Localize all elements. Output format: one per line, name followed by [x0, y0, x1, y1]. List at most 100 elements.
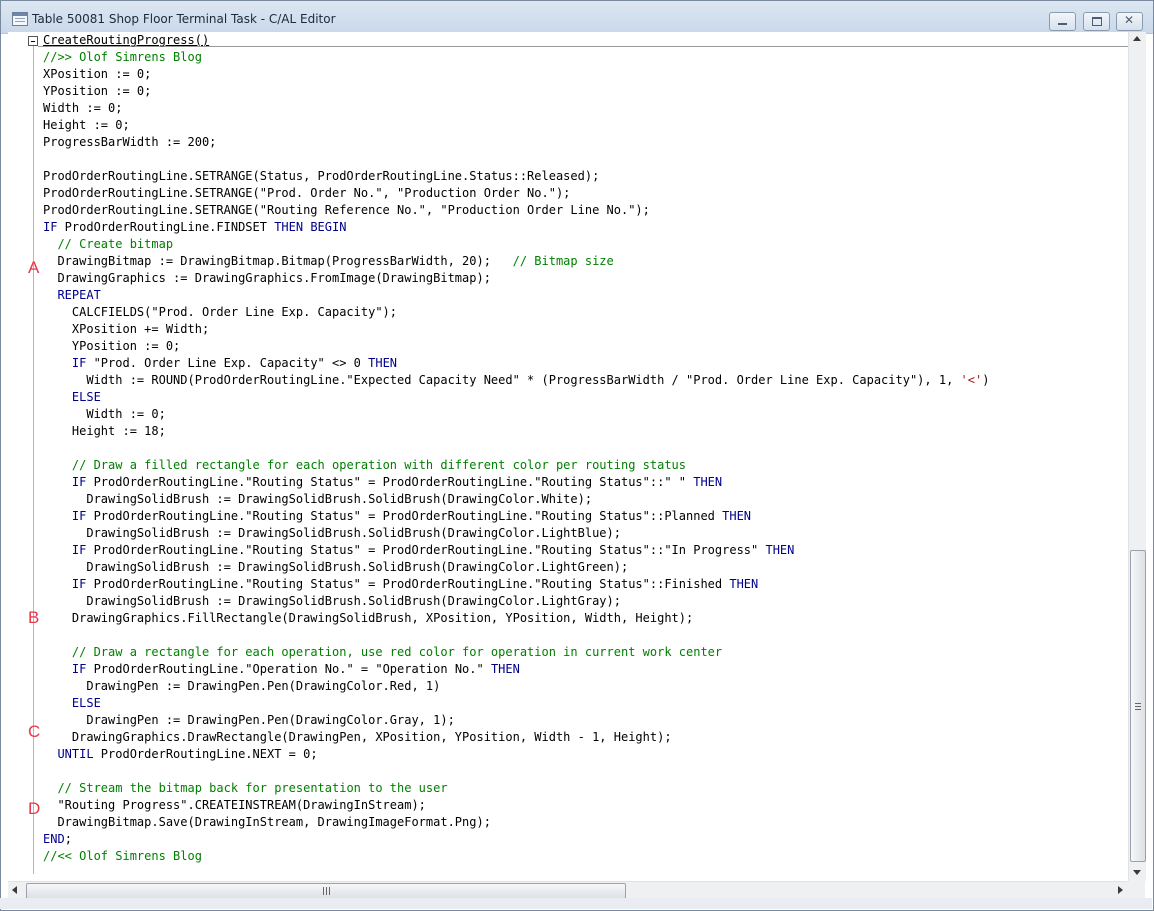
code-line[interactable]: YPosition := 0;: [43, 83, 989, 100]
scroll-right-icon[interactable]: [1118, 886, 1123, 894]
code-line[interactable]: CreateRoutingProgress(): [43, 32, 989, 49]
horizontal-scrollbar[interactable]: [8, 881, 1128, 899]
code-line[interactable]: Height := 0;: [43, 117, 989, 134]
code-token: ProdOrderRoutingLine."Operation No." = "…: [86, 662, 491, 676]
code-line[interactable]: IF ProdOrderRoutingLine."Routing Status"…: [43, 576, 989, 593]
code-line[interactable]: ELSE: [43, 695, 989, 712]
code-comment: // Stream the bitmap back for presentati…: [57, 781, 448, 795]
code-token: ): [982, 373, 990, 387]
code-token: ProdOrderRoutingLine."Routing Status" = …: [86, 509, 723, 523]
code-text[interactable]: CreateRoutingProgress() //>> Olof Simrens…: [43, 32, 989, 865]
code-line[interactable]: // Create bitmap: [43, 236, 989, 253]
scroll-up-icon[interactable]: [1133, 36, 1141, 41]
scroll-down-icon[interactable]: [1133, 870, 1141, 875]
code-line[interactable]: ProgressBarWidth := 200;: [43, 134, 989, 151]
code-token: YPosition := 0;: [43, 84, 152, 98]
code-keyword: IF: [71, 577, 87, 591]
code-line[interactable]: DrawingSolidBrush := DrawingSolidBrush.S…: [43, 559, 989, 576]
code-line[interactable]: UNTIL ProdOrderRoutingLine.NEXT = 0;: [43, 746, 989, 763]
code-line[interactable]: END;: [43, 831, 989, 848]
code-line[interactable]: DrawingBitmap := DrawingBitmap.Bitmap(Pr…: [43, 253, 989, 270]
grip-icon: [1135, 703, 1141, 710]
horizontal-scroll-thumb[interactable]: [26, 883, 626, 899]
code-line[interactable]: ProdOrderRoutingLine.SETRANGE(Status, Pr…: [43, 168, 989, 185]
code-line[interactable]: REPEAT: [43, 287, 989, 304]
code-keyword: THEN: [729, 577, 759, 591]
code-token: DrawingGraphics.FillRectangle(DrawingSol…: [43, 611, 694, 625]
code-line[interactable]: IF ProdOrderRoutingLine."Routing Status"…: [43, 474, 989, 491]
code-line[interactable]: //>> Olof Simrens Blog: [43, 49, 989, 66]
code-comment: //<< Olof Simrens Blog: [43, 849, 202, 863]
code-token: ProdOrderRoutingLine.FINDSET: [57, 220, 275, 234]
code-line[interactable]: "Routing Progress".CREATEINSTREAM(Drawin…: [43, 797, 989, 814]
code-line[interactable]: DrawingBitmap.Save(DrawingInStream, Draw…: [43, 814, 989, 831]
code-line[interactable]: CALCFIELDS("Prod. Order Line Exp. Capaci…: [43, 304, 989, 321]
code-line[interactable]: DrawingPen := DrawingPen.Pen(DrawingColo…: [43, 678, 989, 695]
code-line[interactable]: [43, 763, 989, 780]
code-keyword: IF: [43, 220, 58, 234]
code-line[interactable]: [43, 440, 989, 457]
code-token: ProdOrderRoutingLine."Routing Status" = …: [86, 543, 766, 557]
code-line[interactable]: DrawingSolidBrush := DrawingSolidBrush.S…: [43, 525, 989, 542]
code-line[interactable]: // Stream the bitmap back for presentati…: [43, 780, 989, 797]
code-line[interactable]: // Draw a rectangle for each operation, …: [43, 644, 989, 661]
code-token: Height := 18;: [43, 424, 166, 438]
code-line[interactable]: // Draw a filled rectangle for each oper…: [43, 457, 989, 474]
code-line[interactable]: IF ProdOrderRoutingLine.FINDSET THEN BEG…: [43, 219, 989, 236]
code-line[interactable]: YPosition := 0;: [43, 338, 989, 355]
code-line[interactable]: Width := 0;: [43, 406, 989, 423]
code-line[interactable]: DrawingSolidBrush := DrawingSolidBrush.S…: [43, 593, 989, 610]
code-token: "Prod. Order Line Exp. Capacity" <> 0: [86, 356, 369, 370]
code-line[interactable]: DrawingPen := DrawingPen.Pen(DrawingColo…: [43, 712, 989, 729]
code-token: ;: [64, 832, 72, 846]
code-line[interactable]: IF "Prod. Order Line Exp. Capacity" <> 0…: [43, 355, 989, 372]
code-keyword: IF: [71, 662, 87, 676]
code-line[interactable]: Height := 18;: [43, 423, 989, 440]
scrollbar-corner: [1128, 881, 1145, 898]
code-line[interactable]: DrawingGraphics.FillRectangle(DrawingSol…: [43, 610, 989, 627]
title-bar[interactable]: Table 50081 Shop Floor Terminal Task - C…: [1, 1, 1153, 34]
minimize-button[interactable]: [1049, 12, 1076, 31]
code-line[interactable]: DrawingSolidBrush := DrawingSolidBrush.S…: [43, 491, 989, 508]
code-line[interactable]: ELSE: [43, 389, 989, 406]
collapse-icon[interactable]: [28, 36, 38, 46]
code-line[interactable]: [43, 627, 989, 644]
code-token: ProdOrderRoutingLine."Routing Status" = …: [86, 475, 694, 489]
code-line[interactable]: [43, 151, 989, 168]
vertical-scrollbar[interactable]: [1128, 32, 1146, 881]
annotation-marker-b: B: [28, 608, 40, 627]
code-token: DrawingPen := DrawingPen.Pen(DrawingColo…: [43, 679, 441, 693]
close-button[interactable]: [1116, 12, 1143, 31]
code-line[interactable]: IF ProdOrderRoutingLine."Routing Status"…: [43, 542, 989, 559]
status-bar: [0, 898, 1152, 909]
vertical-scroll-thumb[interactable]: [1130, 550, 1146, 862]
code-line[interactable]: Width := ROUND(ProdOrderRoutingLine."Exp…: [43, 372, 989, 389]
annotation-marker-d: D: [28, 799, 41, 818]
code-line[interactable]: XPosition += Width;: [43, 321, 989, 338]
code-keyword: IF: [71, 543, 87, 557]
code-line[interactable]: Width := 0;: [43, 100, 989, 117]
code-keyword: THEN: [693, 475, 723, 489]
code-editor[interactable]: CreateRoutingProgress() //>> Olof Simrens…: [8, 32, 1145, 881]
code-line[interactable]: DrawingGraphics.DrawRectangle(DrawingPen…: [43, 729, 989, 746]
scroll-left-icon[interactable]: [12, 886, 17, 894]
code-line[interactable]: ProdOrderRoutingLine.SETRANGE("Routing R…: [43, 202, 989, 219]
code-token: ProdOrderRoutingLine.SETRANGE("Routing R…: [43, 203, 650, 217]
code-line[interactable]: //<< Olof Simrens Blog: [43, 848, 989, 865]
code-keyword: REPEAT: [57, 288, 101, 302]
code-token: DrawingGraphics.DrawRectangle(DrawingPen…: [43, 730, 672, 744]
code-line[interactable]: DrawingGraphics := DrawingGraphics.FromI…: [43, 270, 989, 287]
maximize-button[interactable]: [1083, 12, 1110, 31]
code-token: Height := 0;: [43, 118, 130, 132]
code-line[interactable]: IF ProdOrderRoutingLine."Operation No." …: [43, 661, 989, 678]
code-line[interactable]: ProdOrderRoutingLine.SETRANGE("Prod. Ord…: [43, 185, 989, 202]
code-line[interactable]: IF ProdOrderRoutingLine."Routing Status"…: [43, 508, 989, 525]
code-line[interactable]: XPosition := 0;: [43, 66, 989, 83]
